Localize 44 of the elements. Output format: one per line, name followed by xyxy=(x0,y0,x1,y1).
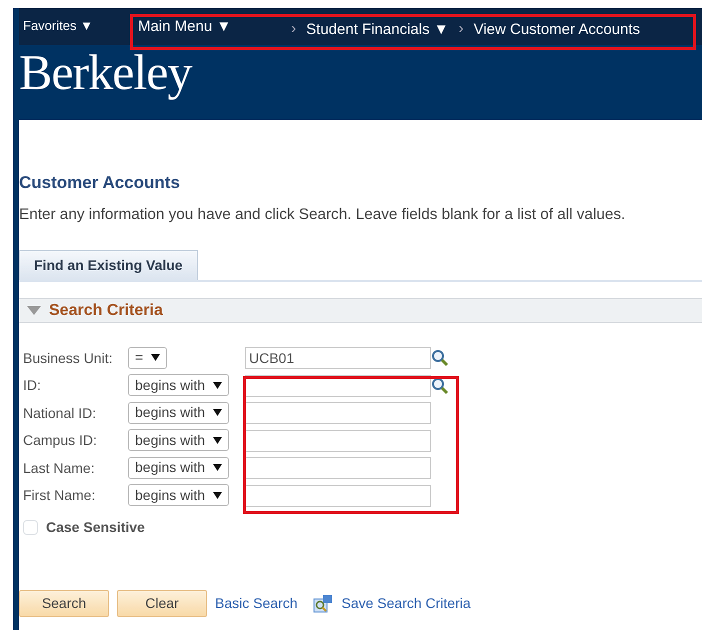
input-field[interactable] xyxy=(245,430,431,452)
field-label: Business Unit: xyxy=(23,348,114,368)
caret-icon xyxy=(213,409,222,416)
field-label: Campus ID: xyxy=(23,431,98,450)
caret-icon xyxy=(213,492,222,499)
operator-select[interactable]: begins with xyxy=(128,429,230,452)
brand-logo: Berkeley xyxy=(19,44,192,100)
input-field[interactable] xyxy=(245,484,431,507)
action-button[interactable]: Clear xyxy=(117,590,207,618)
caret-icon xyxy=(151,354,160,362)
input-field[interactable] xyxy=(245,457,431,480)
tab[interactable]: Find an Existing Value xyxy=(19,250,198,280)
collapse-icon[interactable] xyxy=(27,306,41,316)
save-search-icon[interactable] xyxy=(313,594,334,614)
section-header[interactable]: Search Criteria xyxy=(19,298,702,324)
operator-select[interactable]: begins with xyxy=(128,456,230,479)
caret-icon xyxy=(213,436,222,444)
checkbox[interactable] xyxy=(23,520,38,536)
input-field[interactable]: UCB01 xyxy=(245,347,431,370)
caret-icon xyxy=(213,382,222,389)
link[interactable]: Basic Search xyxy=(215,593,298,614)
search-icon[interactable] xyxy=(431,376,449,395)
field-label: National ID: xyxy=(23,404,98,423)
link[interactable]: Save Search Criteria xyxy=(341,593,471,614)
field-label: ID: xyxy=(23,376,42,396)
operator-select[interactable]: = xyxy=(128,346,168,369)
operator-select[interactable]: begins with xyxy=(128,374,230,396)
nav-menu[interactable]: Student Financials ▼ xyxy=(306,19,449,42)
nav-menu[interactable]: View Customer Accounts xyxy=(474,19,640,42)
nav-menu[interactable]: Main Menu ▼ xyxy=(138,16,232,38)
action-button[interactable]: Search xyxy=(19,590,109,618)
operator-select[interactable]: begins with xyxy=(128,484,230,506)
nav-menu[interactable]: Favorites ▼ xyxy=(19,16,93,36)
checkbox-label: Case Sensitive xyxy=(46,518,145,538)
separator-icon: › xyxy=(291,18,296,41)
page-title: Customer Accounts xyxy=(19,172,181,194)
field-label: Last Name: xyxy=(23,458,96,478)
operator-select[interactable]: begins with xyxy=(128,402,230,424)
instructions-text: Enter any information you have and click Search. Leave fields blank for a list of all values. xyxy=(19,204,626,224)
caret-icon xyxy=(213,464,222,472)
input-field[interactable] xyxy=(245,402,431,424)
field-label: First Name: xyxy=(23,486,96,506)
separator-icon: › xyxy=(458,18,464,41)
search-icon[interactable] xyxy=(431,349,449,368)
